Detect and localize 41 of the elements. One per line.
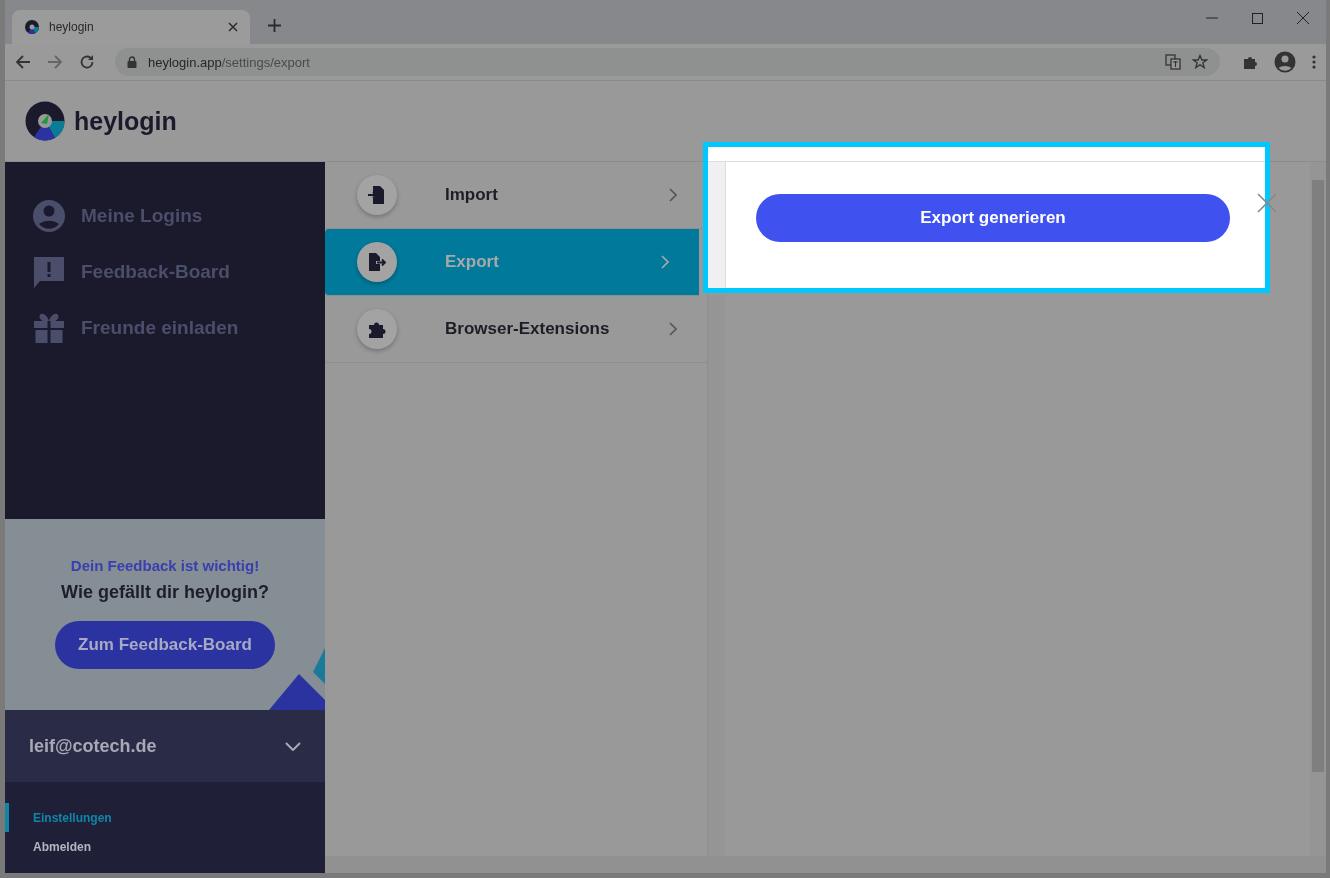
browser-tab[interactable]: heylogin xyxy=(12,10,250,44)
scrollbar[interactable] xyxy=(1310,162,1326,856)
scrollbar[interactable] xyxy=(725,856,1326,873)
maximize-icon[interactable] xyxy=(1252,13,1263,24)
close-icon[interactable] xyxy=(1257,193,1277,213)
chevron-right-icon xyxy=(669,188,677,202)
account-menu-item[interactable]: Einstellungen xyxy=(5,803,145,832)
person-icon xyxy=(32,199,66,233)
puzzle-icon[interactable] xyxy=(1242,54,1258,70)
chevron-down-icon xyxy=(285,741,301,751)
star-icon[interactable] xyxy=(1192,54,1208,70)
account-bar[interactable]: leif@cotech.de xyxy=(5,710,325,782)
reload-icon[interactable] xyxy=(79,54,95,70)
logo-icon xyxy=(24,19,40,35)
export-button[interactable]: Export generieren xyxy=(756,194,1230,242)
back-icon[interactable] xyxy=(15,54,31,70)
logo-icon xyxy=(25,101,65,141)
feedback-title: Wie gefällt dir heylogin? xyxy=(61,582,269,603)
new-tab-icon[interactable] xyxy=(268,19,281,32)
logo-text: heylogin xyxy=(74,106,177,136)
tab-title: heylogin xyxy=(49,20,95,34)
file-export-icon xyxy=(367,252,387,272)
chevron-right-icon xyxy=(661,255,669,269)
corner-triangles-drawing xyxy=(269,648,325,710)
translate-icon[interactable] xyxy=(1165,54,1181,70)
account-menu-item[interactable]: Abmelden xyxy=(5,832,145,861)
feedback-board-button[interactable]: Zum Feedback-Board xyxy=(55,621,275,669)
settings-menu-item[interactable]: Browser-Extensions xyxy=(325,296,707,363)
gift-icon xyxy=(32,311,66,345)
address-bar[interactable]: heylogin.app/settings/export xyxy=(115,48,1220,76)
lock-icon xyxy=(127,56,137,68)
feedback-kicker: Dein Feedback ist wichtig! xyxy=(70,557,260,574)
feedback-icon xyxy=(32,255,66,289)
close-icon[interactable] xyxy=(1297,12,1309,24)
close-icon[interactable] xyxy=(228,22,238,32)
profile-icon[interactable] xyxy=(1274,51,1296,73)
chevron-right-icon xyxy=(669,322,677,336)
menu-icon[interactable] xyxy=(1312,55,1316,69)
file-import-icon xyxy=(367,185,387,205)
scrollbar[interactable] xyxy=(708,162,726,288)
scrollbar[interactable] xyxy=(325,856,725,873)
